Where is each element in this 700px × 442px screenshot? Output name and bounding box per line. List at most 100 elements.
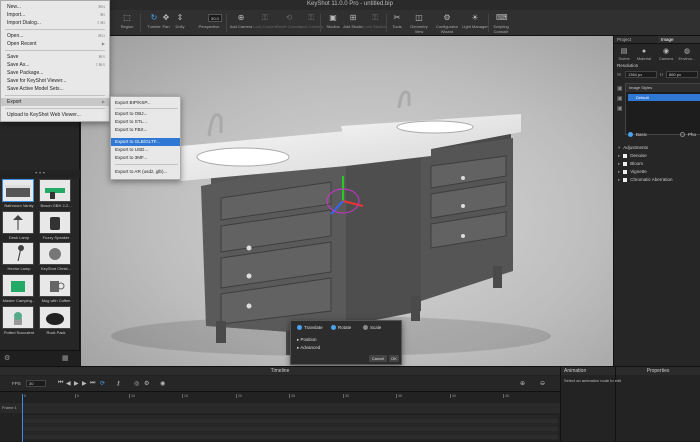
zoom-out-icon[interactable]: ⊖ xyxy=(540,380,545,387)
menu-item-save-as[interactable]: Save As... ⇧⌘S xyxy=(1,61,109,69)
translate-tab[interactable]: Translate xyxy=(297,325,323,331)
thumb-bosch-drill[interactable] xyxy=(39,179,71,202)
tools-button[interactable]: ✂ Tools xyxy=(386,12,408,34)
lock-camera-button[interactable]: ⚿ Lock Camera xyxy=(252,12,278,34)
scale-tab[interactable]: Scale xyxy=(363,325,381,331)
thumb-rock-pack[interactable] xyxy=(39,306,71,329)
menu-item-save-model-sets[interactable]: Save Active Model Sets... xyxy=(1,85,109,93)
lock-studios-button[interactable]: ⚿ Lock Studios xyxy=(362,12,388,34)
menu-item-new[interactable]: New... ⌘N xyxy=(1,3,109,11)
photographic-radio[interactable] xyxy=(680,132,685,137)
zoom-in-icon[interactable]: ⊕ xyxy=(520,380,525,387)
export-bip-ksp[interactable]: Export BIP/KSP... xyxy=(111,99,180,107)
play-icon[interactable]: ▶ xyxy=(74,380,79,387)
settings-icon[interactable]: ⚙ xyxy=(144,380,149,387)
ok-button[interactable]: OK xyxy=(389,355,399,362)
thumb-keyshot-christmas[interactable] xyxy=(39,242,71,265)
speaker-thumb-icon xyxy=(50,217,60,230)
timeline-playhead[interactable] xyxy=(22,394,23,442)
adjustment-bloom[interactable]: ▸ Bloom xyxy=(618,160,643,167)
menu-item-import-dialog[interactable]: Import Dialog... ⇧⌘I xyxy=(1,19,109,27)
menu-item-export[interactable]: Export ▶ xyxy=(1,98,109,106)
cancel-button[interactable]: Cancel xyxy=(369,355,387,362)
ruler-tick-label: 20 xyxy=(238,394,242,398)
configurator-wizard-button[interactable]: ⚙ Configurator Wizard xyxy=(432,12,462,34)
export-3mf[interactable]: Export to 3MF... xyxy=(111,154,180,162)
adjustments-header[interactable]: ▾ Adjustments xyxy=(618,144,648,151)
export-stl[interactable]: Export to STL... xyxy=(111,118,180,126)
scripting-console-button[interactable]: ⌨ Scripting Console xyxy=(488,12,514,34)
chromatic-checkbox[interactable] xyxy=(623,177,628,182)
thumb-desk-lamp[interactable] xyxy=(2,211,34,234)
adjustment-chromatic-aberration[interactable]: ▸ Chromatic Aberration xyxy=(618,176,673,183)
export-obj[interactable]: Export to OBJ... xyxy=(111,110,180,118)
bloom-checkbox[interactable] xyxy=(623,161,628,166)
subtab-camera[interactable]: ◉ Camera xyxy=(656,48,676,61)
thumb-bathroom-vanity[interactable] xyxy=(2,179,34,202)
menu-item-save[interactable]: Save ⌘S xyxy=(1,53,109,61)
thumb-fuzzy-speaker[interactable] xyxy=(39,211,71,234)
render-viewport[interactable] xyxy=(81,36,613,366)
perspective-field[interactable]: 50.0 xyxy=(208,14,222,22)
tab-project[interactable]: Project xyxy=(614,36,657,44)
grid-view-icon[interactable]: ▦ xyxy=(62,354,69,362)
subtab-environment[interactable]: ◍ Environ... xyxy=(677,48,697,61)
pan-button[interactable]: ✥ Pan xyxy=(160,12,172,34)
step-back-icon[interactable]: ◀ xyxy=(66,380,71,387)
geometry-view-button[interactable]: ◫ Geometry View xyxy=(406,12,432,34)
menu-item-open[interactable]: Open... ⌘O xyxy=(1,32,109,40)
timeline-ruler[interactable]: 0 5 10 15 20 25 30 35 40 45 xyxy=(22,394,558,402)
export-glb-gltf[interactable]: Export to GLB/GLTF... xyxy=(111,138,180,146)
export-usd[interactable]: Export to USD... xyxy=(111,146,180,154)
menu-item-save-for-viewer[interactable]: Save for KeyShot Viewer... xyxy=(1,77,109,85)
image-style-default[interactable]: Default xyxy=(628,94,700,101)
library-drag-handle[interactable]: • • • xyxy=(0,170,80,178)
dolly-button[interactable]: ⇕ Dolly xyxy=(172,12,188,34)
key-icon[interactable]: ⚷ xyxy=(116,380,120,387)
thumb-master-camping[interactable] xyxy=(2,274,34,297)
vignette-checkbox[interactable] xyxy=(623,169,628,174)
export-ar[interactable]: Export to AR (usdz, glb)... xyxy=(111,168,180,176)
menu-item-save-package[interactable]: Save Package... xyxy=(1,69,109,77)
region-button[interactable]: ⬚ Region xyxy=(114,12,140,34)
export-fbx[interactable]: Export to FBX... xyxy=(111,126,180,134)
fps-field[interactable]: 30 xyxy=(26,380,46,387)
ornament-thumb-icon xyxy=(49,248,61,260)
adjustment-vignette[interactable]: ▸ Vignette xyxy=(618,168,647,175)
style-add-icon[interactable]: ▣ xyxy=(617,85,623,92)
position-row[interactable]: ▸ Position xyxy=(297,337,317,343)
skip-end-icon[interactable]: ⏭ xyxy=(90,380,95,387)
subtab-material[interactable]: ● Material xyxy=(634,48,654,61)
loop-icon[interactable]: ⟳ xyxy=(100,380,105,387)
rotate-tab[interactable]: Rotate xyxy=(331,325,351,331)
basic-radio[interactable] xyxy=(628,132,633,137)
camera-anim-icon[interactable]: ◉ xyxy=(160,380,165,387)
light-manager-button[interactable]: ☀ Light Manager xyxy=(462,12,488,34)
thumb-potted-succulent[interactable] xyxy=(2,306,34,329)
ruler-tick xyxy=(75,394,76,398)
timeline-tracks[interactable] xyxy=(22,415,558,440)
expand-icon: ▸ xyxy=(618,161,621,166)
ruler-tick xyxy=(396,394,397,398)
resolution-height-field[interactable]: 860 px xyxy=(666,71,698,78)
record-icon[interactable]: ◎ xyxy=(134,380,139,387)
thumb-hector-lamp[interactable] xyxy=(2,242,34,265)
menu-item-open-recent[interactable]: Open Recent ▶ xyxy=(1,40,109,48)
adjustment-denoise[interactable]: ▸ Denoise xyxy=(618,152,647,159)
step-forward-icon[interactable]: ▶ xyxy=(82,380,87,387)
advanced-row[interactable]: ▸ Advanced xyxy=(297,345,320,351)
add-camera-button[interactable]: ⊕ Add Camera xyxy=(228,12,254,34)
resolution-width-field[interactable]: 1364 px xyxy=(625,71,657,78)
tab-image[interactable]: Image xyxy=(658,36,700,44)
thumb-mug-with-coffee[interactable] xyxy=(39,274,71,297)
settings-icon[interactable]: ⚙ xyxy=(4,354,10,362)
reset-camera-icon: ⟲ xyxy=(285,13,293,22)
style-delete-icon[interactable]: ▣ xyxy=(617,105,623,112)
style-duplicate-icon[interactable]: ▣ xyxy=(617,95,623,102)
denoise-checkbox[interactable] xyxy=(623,153,628,158)
skip-start-icon[interactable]: ⏮ xyxy=(58,380,63,387)
menu-item-import[interactable]: Import... ⌘I xyxy=(1,11,109,19)
menu-item-upload-web-viewer[interactable]: Upload to KeyShot Web Viewer... xyxy=(1,111,109,119)
subtab-scene[interactable]: ▤ Scene xyxy=(614,48,634,61)
thumb-label: Desk Lamp xyxy=(8,235,30,240)
